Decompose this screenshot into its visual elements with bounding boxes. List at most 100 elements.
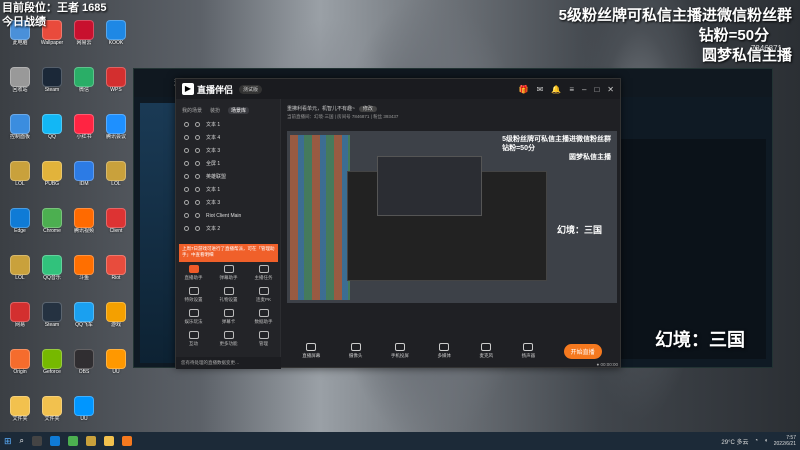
eye-icon[interactable] (184, 187, 189, 192)
source-item[interactable]: 文本 3 (176, 196, 280, 209)
tool-button[interactable]: 特效设置 (176, 287, 211, 303)
lock-icon[interactable] (195, 161, 200, 166)
source-button[interactable]: 手机投屏 (391, 343, 409, 359)
tool-button[interactable]: 直播助手 (176, 265, 211, 281)
eye-icon[interactable] (184, 161, 189, 166)
desktop-icon[interactable]: UU (98, 349, 134, 375)
clock[interactable]: 7:57 2022/6/21 (774, 435, 796, 447)
desktop-icon[interactable]: Steam (34, 67, 70, 93)
tool-button[interactable]: 互动 (176, 331, 211, 347)
volume-icon[interactable]: ◖ (764, 438, 768, 444)
close-icon[interactable]: ✕ (607, 85, 614, 94)
notice-bar[interactable]: 您有待处理的直播数据变更… (176, 357, 281, 369)
eye-icon[interactable] (184, 226, 189, 231)
desktop-icon[interactable]: 控制面板 (2, 114, 38, 140)
desktop-icon[interactable]: IDM (66, 161, 102, 187)
scene-tab[interactable]: 场景库 (228, 107, 250, 114)
tool-button[interactable]: 娱乐玩法 (176, 309, 211, 325)
tip-banner[interactable]: 上周7日游戏可进行了直播帮派，可在「管理助手」中查看明细 (179, 244, 278, 262)
tool-button[interactable]: 更多功能 (211, 331, 246, 347)
source-item[interactable]: 全屏 1 (176, 157, 280, 170)
desktop-icon[interactable]: Client (98, 208, 134, 234)
lock-icon[interactable] (195, 226, 200, 231)
eye-icon[interactable] (184, 200, 189, 205)
eye-icon[interactable] (184, 122, 189, 127)
desktop-icon[interactable]: 腾讯视频 (66, 208, 102, 234)
tool-button[interactable]: 数据助手 (246, 309, 281, 325)
desktop-icon[interactable]: Riot (98, 255, 134, 281)
source-button[interactable]: 直播屏幕 (302, 343, 320, 359)
stream-preview[interactable]: 5级粉丝牌可私信主播进微信粉丝群 钻粉=50分 圆梦私信主播 幻境：三国 (287, 131, 617, 303)
eye-icon[interactable] (184, 213, 189, 218)
desktop-icon[interactable]: LOL (2, 161, 38, 187)
lock-icon[interactable] (195, 213, 200, 218)
desktop-icon[interactable]: 小红书 (66, 114, 102, 140)
start-icon[interactable]: ⊞ (4, 436, 12, 447)
edge-taskbar-icon[interactable] (50, 436, 61, 446)
tool-button[interactable]: 弹幕卡 (211, 309, 246, 325)
maximize-icon[interactable]: □ (594, 85, 599, 94)
source-button[interactable]: 麦克风 (480, 343, 493, 359)
tool-button[interactable]: 连麦PK (246, 287, 281, 303)
source-item[interactable]: 文本 2 (176, 222, 280, 235)
source-button[interactable]: 摄像头 (349, 343, 362, 359)
scene-tab[interactable]: 装扮 (210, 107, 220, 114)
desktop-icon[interactable]: 腾讯会议 (98, 114, 134, 140)
desktop-icon[interactable]: 微信 (66, 67, 102, 93)
desktop-icon[interactable]: 文件夹 (34, 396, 70, 422)
lock-icon[interactable] (195, 135, 200, 140)
edit-title-button[interactable]: 修改 (358, 106, 377, 112)
live-companion-window[interactable]: ▶ 直播伴侣 测试版 🎁 ✉ 🔔 ≡ – □ ✕ 我的场景 装扮 场景库 文本 1 文本 4 文本 3… (175, 78, 621, 369)
tool-button[interactable]: 管理 (246, 331, 281, 347)
tool-button[interactable]: 弹幕助手 (211, 265, 246, 281)
gift-icon[interactable]: 🎁 (519, 85, 529, 94)
desktop-icon[interactable]: 文件夹 (2, 396, 38, 422)
desktop-icon[interactable]: 斗鱼 (66, 255, 102, 281)
desktop-icon[interactable]: WPS (98, 67, 134, 93)
minimize-icon[interactable]: – (582, 85, 586, 94)
desktop-icon[interactable]: Geforce (34, 349, 70, 375)
desktop-icon[interactable]: 游戏 (98, 302, 134, 328)
lock-icon[interactable] (195, 174, 200, 179)
source-item[interactable]: 文本 1 (176, 118, 280, 131)
eye-icon[interactable] (184, 135, 189, 140)
desktop-icon[interactable]: QQ飞车 (66, 302, 102, 328)
eye-icon[interactable] (184, 148, 189, 153)
source-button[interactable]: 多媒体 (437, 343, 451, 359)
desktop-icon[interactable]: Edge (2, 208, 38, 234)
lock-icon[interactable] (195, 187, 200, 192)
desktop-icon[interactable]: OBS (66, 349, 102, 375)
source-item[interactable]: 文本 4 (176, 131, 280, 144)
companion-taskbar-icon[interactable] (122, 436, 133, 446)
mail-icon[interactable]: ✉ (537, 85, 544, 94)
desktop-icon[interactable]: 回收站 (2, 67, 38, 93)
desktop-icon[interactable]: Origin (2, 349, 38, 375)
chrome-taskbar-icon[interactable] (68, 436, 79, 446)
desktop-icon[interactable]: 网易 (2, 302, 38, 328)
desktop-icon[interactable]: LOL (2, 255, 38, 281)
folder-taskbar-icon[interactable] (104, 436, 115, 446)
eye-icon[interactable] (184, 174, 189, 179)
desktop-icon[interactable]: Chrome (34, 208, 70, 234)
tool-button[interactable]: 礼物设置 (211, 287, 246, 303)
lock-icon[interactable] (195, 148, 200, 153)
menu-icon[interactable]: ≡ (569, 85, 574, 94)
lol-taskbar-icon[interactable] (86, 436, 97, 446)
source-button[interactable]: 扬声器 (522, 343, 535, 359)
scene-tab[interactable]: 我的场景 (182, 107, 202, 114)
lock-icon[interactable] (195, 200, 200, 205)
tool-button[interactable]: 主播任务 (246, 265, 281, 281)
bell-icon[interactable]: 🔔 (551, 85, 561, 94)
network-icon[interactable]: ◔ (755, 438, 759, 444)
source-item[interactable]: Riot Client Main (176, 209, 280, 222)
taskview-icon[interactable] (32, 436, 43, 446)
source-item[interactable]: 文本 3 (176, 144, 280, 157)
desktop-icon[interactable]: Steam (34, 302, 70, 328)
weather[interactable]: 29°C 多云 (721, 437, 748, 446)
search-icon[interactable]: ⌕ (20, 436, 24, 446)
desktop-icon[interactable]: LOL (98, 161, 134, 187)
start-live-button[interactable]: 开始直播 (563, 344, 602, 359)
desktop-icon[interactable]: UU (66, 396, 102, 422)
lock-icon[interactable] (195, 122, 200, 127)
source-item[interactable]: 文本 1 (176, 183, 280, 196)
